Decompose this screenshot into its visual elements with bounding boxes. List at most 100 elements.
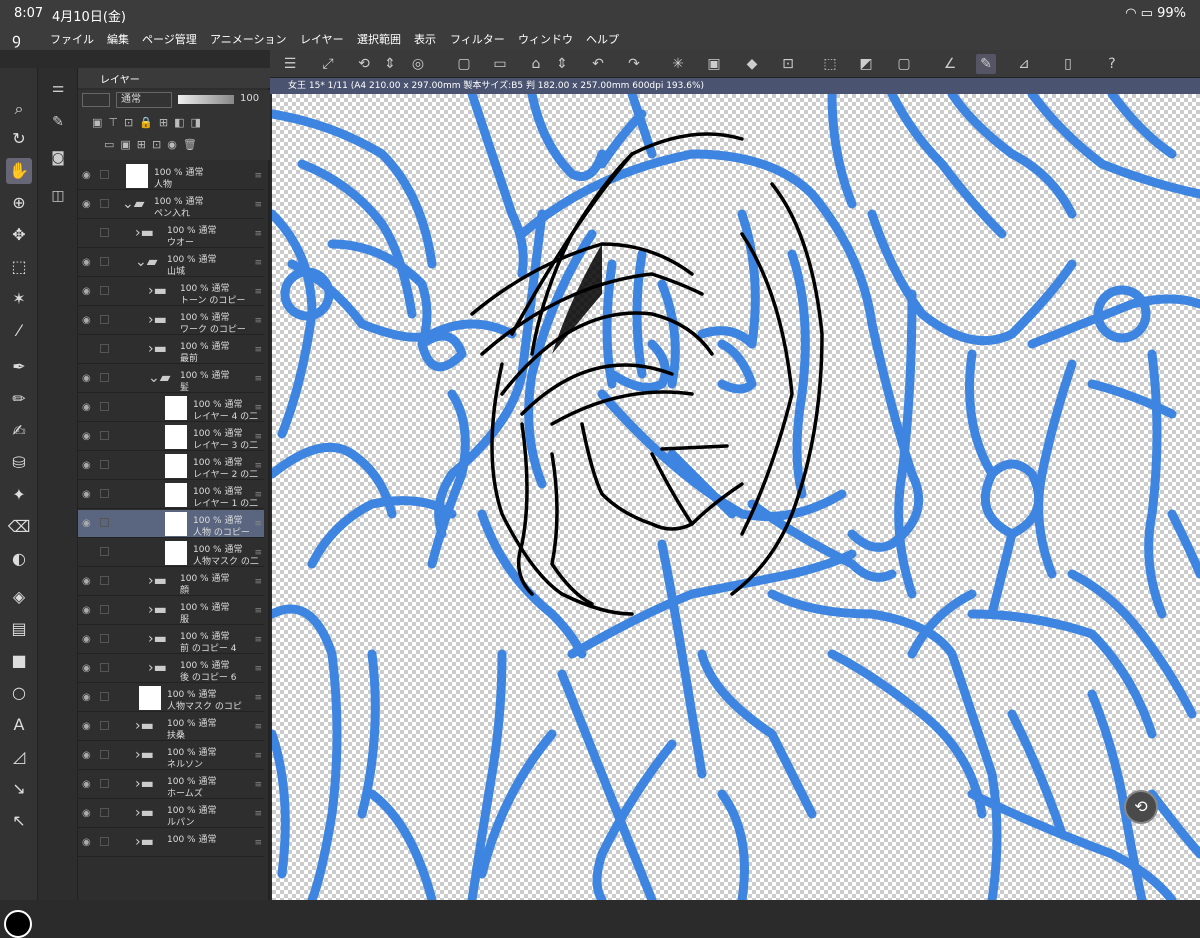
drag-handle-icon[interactable]: ≡ — [254, 374, 262, 384]
invert-select-icon[interactable]: ◩ — [856, 54, 876, 74]
folder-icon[interactable]: ›▬ — [148, 283, 167, 299]
loading-icon[interactable]: ✳ — [668, 54, 688, 74]
airbrush-icon[interactable]: ⛁ — [6, 450, 32, 476]
layer-checkbox[interactable] — [100, 605, 109, 614]
layer-checkbox[interactable] — [100, 837, 109, 846]
blend-mode-select[interactable]: 通常 — [116, 92, 172, 108]
redo-icon[interactable]: ↷ — [624, 54, 644, 74]
layer-checkbox[interactable] — [100, 779, 109, 788]
layer-row[interactable]: 100 % 通常 人物マスク の二 ≡ — [78, 539, 264, 567]
layer-checkbox[interactable] — [100, 257, 109, 266]
zoom-icon[interactable]: ⌕ — [6, 96, 32, 122]
drag-handle-icon[interactable]: ≡ — [254, 548, 262, 558]
folder-icon[interactable]: ›▬ — [135, 747, 154, 763]
folder-icon[interactable]: ›▬ — [148, 312, 167, 328]
visibility-eye-icon[interactable]: ◉ — [82, 692, 91, 703]
layer-lock-icons[interactable]: ▣⊤⊡🔒⊞◧◨ — [92, 116, 207, 129]
folder-open-icon[interactable]: ⌄▰ — [122, 196, 145, 212]
layer-row[interactable]: ◉ ›▬ 100 % 通常 ネルソン ≡ — [78, 742, 264, 770]
layer-row[interactable]: ◉ ›▬ 100 % 通常服 ≡ — [78, 597, 264, 625]
visibility-eye-icon[interactable]: ◉ — [82, 721, 91, 732]
layer-checkbox[interactable] — [100, 286, 109, 295]
folder-icon[interactable]: ›▬ — [135, 225, 154, 241]
magic-wand-icon[interactable]: ✶ — [6, 286, 32, 312]
layer-row[interactable]: ◉ ⌄▰ 100 % 通常 山城 ≡ — [78, 249, 264, 277]
drag-handle-icon[interactable]: ≡ — [254, 345, 262, 355]
text-icon[interactable]: A — [6, 712, 32, 738]
folder-icon[interactable]: ›▬ — [135, 776, 154, 792]
app-logo-icon[interactable]: ꝯ — [12, 29, 21, 49]
gradient-icon[interactable]: ▤ — [6, 616, 32, 642]
layer-row[interactable]: ◉ ›▬ 100 % 通常前 のコピー 4 ≡ — [78, 626, 264, 654]
blend-icon[interactable]: ◐ — [6, 546, 32, 572]
deselect-icon[interactable]: ⬚ — [820, 54, 840, 74]
visibility-eye-icon[interactable]: ◉ — [82, 199, 91, 210]
balloon-icon[interactable]: ↘ — [6, 776, 32, 802]
eyedropper-icon[interactable]: ⁄ — [6, 318, 32, 344]
layer-row[interactable]: ◉ 100 % 通常 レイヤー 1 の二 ≡ — [78, 481, 264, 509]
figure-icon[interactable]: ○ — [6, 680, 32, 706]
drag-handle-icon[interactable]: ≡ — [254, 200, 262, 210]
visibility-eye-icon[interactable]: ◉ — [82, 837, 91, 848]
folder-icon[interactable]: ›▬ — [148, 573, 167, 589]
folder-icon[interactable]: ›▬ — [135, 834, 154, 850]
folder-open-icon[interactable]: ⌄▰ — [135, 254, 158, 270]
layer-row[interactable]: ◉ ›▬ 100 % 通常 トーン のコピー ≡ — [78, 278, 264, 306]
layer-row[interactable]: ◉ ›▬ 100 % 通常顔 ≡ — [78, 568, 264, 596]
visibility-eye-icon[interactable]: ◉ — [82, 779, 91, 790]
menu-icon[interactable]: ☰ — [280, 54, 300, 74]
help-icon[interactable]: ? — [1102, 54, 1122, 74]
document-tab[interactable]: 女王 15* 1/11 (A4 210.00 x 297.00mm 製本サイズ:… — [270, 78, 1200, 94]
folder-icon[interactable]: ›▬ — [148, 602, 167, 618]
camera-icon[interactable]: ◙ — [46, 146, 70, 170]
gradient-fill-icon[interactable]: ■ — [6, 648, 32, 674]
layer-checkbox[interactable] — [100, 228, 109, 237]
layer-row[interactable]: ◉ ›▬ 100 % 通常後 のコピー 6 ≡ — [78, 655, 264, 683]
layer-checkbox[interactable] — [100, 489, 109, 498]
drawing-canvas[interactable] — [272, 94, 1200, 900]
frame-icon[interactable]: ◿ — [6, 744, 32, 770]
layer-checkbox[interactable] — [100, 634, 109, 643]
drag-handle-icon[interactable]: ≡ — [254, 780, 262, 790]
visibility-eye-icon[interactable]: ◉ — [82, 808, 91, 819]
opacity-slider[interactable] — [178, 95, 234, 104]
visibility-eye-icon[interactable]: ◉ — [82, 605, 91, 616]
layer-checkbox[interactable] — [100, 808, 109, 817]
layer-checkbox[interactable] — [100, 460, 109, 469]
layer-checkbox[interactable] — [100, 373, 109, 382]
layer-panel-title[interactable]: レイヤー — [100, 71, 140, 86]
clear-icon[interactable]: ▣ — [704, 54, 724, 74]
rotate-canvas-button[interactable]: ⟲ — [1124, 790, 1158, 824]
layer-checkbox[interactable] — [100, 431, 109, 440]
decoration-icon[interactable]: ✦ — [6, 482, 32, 508]
fill-tool-icon[interactable]: ◈ — [6, 584, 32, 610]
layer-checkbox[interactable] — [100, 547, 109, 556]
drag-handle-icon[interactable]: ≡ — [254, 287, 262, 297]
save-icon[interactable]: ⌂ — [526, 54, 546, 74]
selection-icon[interactable]: ⬚ — [6, 254, 32, 280]
menu-page[interactable]: ページ管理 — [142, 31, 197, 47]
layer-checkbox[interactable] — [100, 721, 109, 730]
rotate-view-icon[interactable]: ⟲ — [354, 54, 374, 74]
menu-window[interactable]: ウィンドウ — [518, 31, 573, 47]
layer-row[interactable]: ◉ 100 % 通常 レイヤー 3 の二 ≡ — [78, 423, 264, 451]
folder-icon[interactable]: ›▬ — [148, 631, 167, 647]
layer-checkbox[interactable] — [100, 663, 109, 672]
eraser-icon[interactable]: ⌫ — [6, 514, 32, 540]
menu-help[interactable]: ヘルプ — [586, 31, 619, 47]
layer-action-icons[interactable]: ▭▣⊞⊡◉🗑 — [104, 138, 203, 151]
layer-row[interactable]: ◉ ›▬ 100 % 通常 ホームズ ≡ — [78, 771, 264, 799]
visibility-eye-icon[interactable]: ◉ — [82, 663, 91, 674]
layer-row[interactable]: ◉ ⌄▰ 100 % 通常 ペン入れ ≡ — [78, 191, 264, 219]
folder-icon[interactable]: ›▬ — [135, 805, 154, 821]
transform-icon[interactable]: ⊡ — [778, 54, 798, 74]
visibility-eye-icon[interactable]: ◉ — [82, 373, 91, 384]
drag-handle-icon[interactable]: ≡ — [254, 693, 262, 703]
object-select-icon[interactable]: ⊕ — [6, 190, 32, 216]
folder-open-icon[interactable]: ⌄▰ — [148, 370, 171, 386]
menu-layer[interactable]: レイヤー — [300, 31, 344, 47]
brush-tool-icon[interactable]: ✍ — [6, 418, 32, 444]
visibility-eye-icon[interactable]: ◉ — [82, 315, 91, 326]
brush-icon[interactable]: ✎ — [976, 54, 996, 74]
open-file-icon[interactable]: ▭ — [490, 54, 510, 74]
